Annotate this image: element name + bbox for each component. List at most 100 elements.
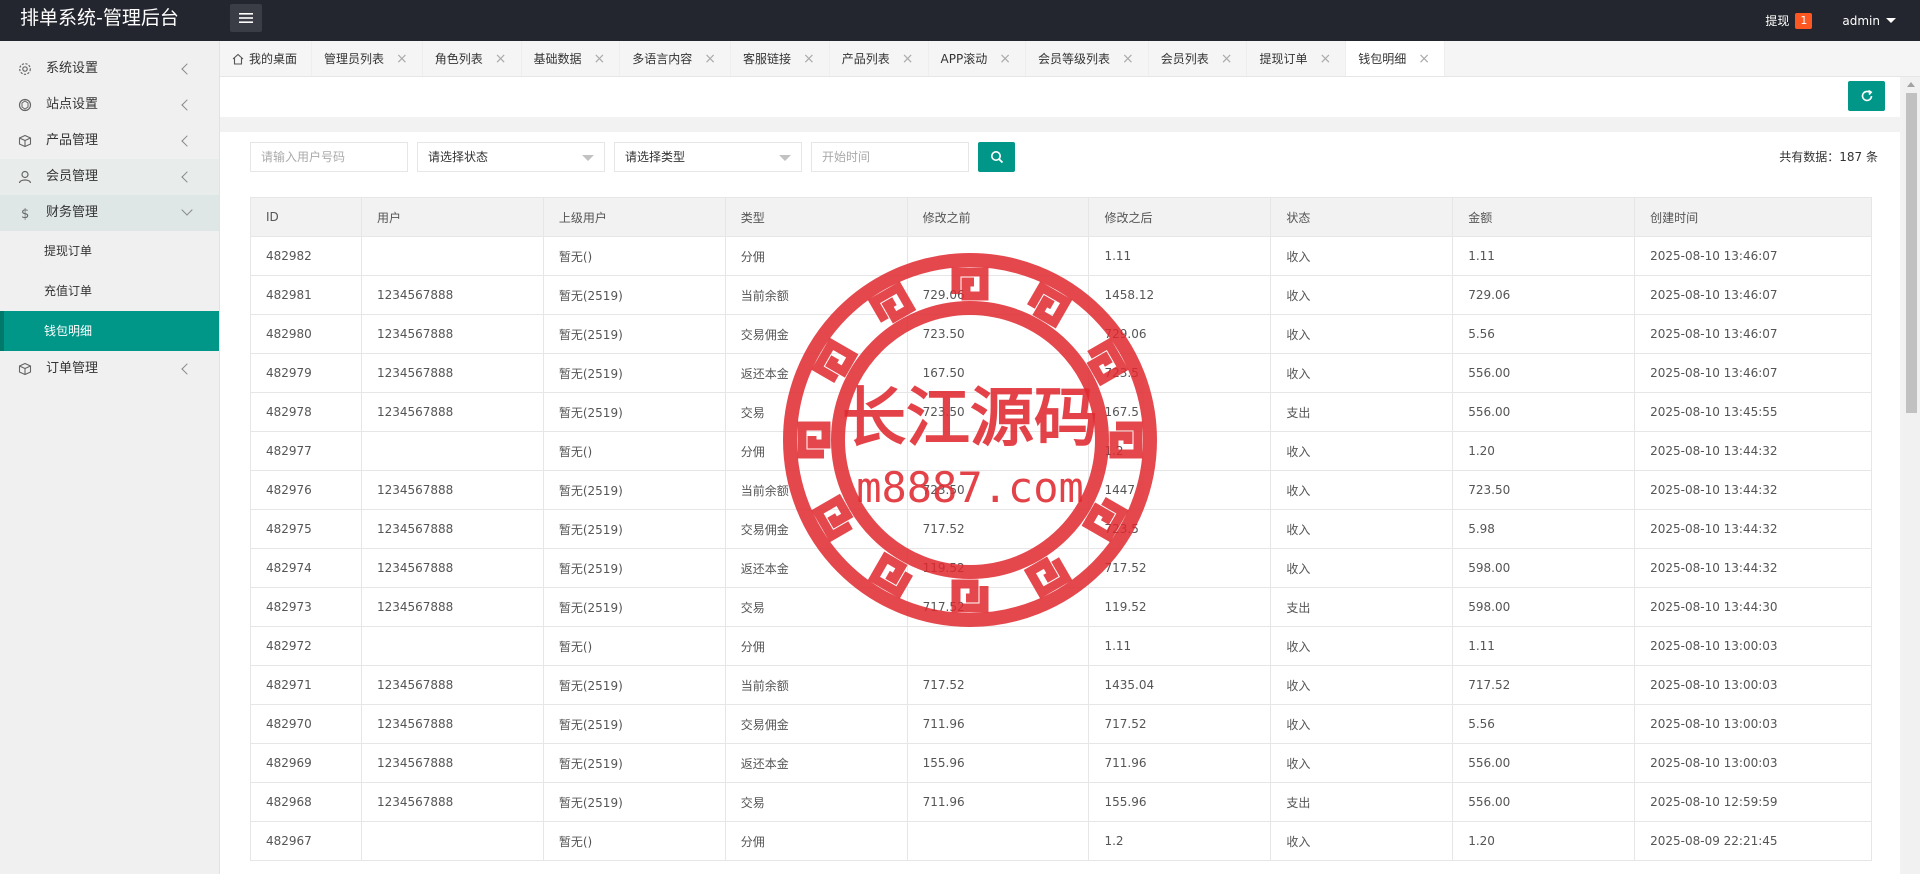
- box-icon: [18, 362, 32, 376]
- tab-admin-list[interactable]: 管理员列表 ×: [312, 41, 423, 76]
- tab-wallet-details[interactable]: 钱包明细 ×: [1346, 41, 1445, 76]
- refresh-button[interactable]: [1848, 81, 1885, 111]
- table-cell: 分佣: [724, 821, 908, 861]
- tab-member-level-list[interactable]: 会员等级列表 ×: [1026, 41, 1149, 76]
- sidebar-item-finance-management[interactable]: $ 财务管理: [0, 195, 219, 231]
- table-cell: 598.00: [1452, 548, 1636, 588]
- table-cell: 482974: [250, 548, 362, 588]
- vertical-scrollbar[interactable]: [1903, 77, 1920, 874]
- table-row: 482968 1234567888 暂无(2519) 交易 711.96 155.96 支出…: [250, 782, 1872, 822]
- start-time-input[interactable]: [811, 142, 969, 172]
- table-cell: 2025-08-10 13:00:03: [1634, 626, 1872, 666]
- close-icon[interactable]: ×: [495, 51, 507, 67]
- tab-basic-data[interactable]: 基础数据 ×: [522, 41, 621, 76]
- table-cell: 1.11: [1452, 626, 1636, 666]
- table-cell: 暂无(2519): [542, 509, 726, 549]
- close-icon[interactable]: ×: [1122, 51, 1134, 67]
- tab-withdraw-orders[interactable]: 提现订单 ×: [1247, 41, 1347, 76]
- table-cell: 支出: [1270, 782, 1454, 822]
- tab-service-link[interactable]: 客服链接 ×: [731, 41, 830, 76]
- table-cell: 收入: [1270, 704, 1454, 744]
- close-icon[interactable]: ×: [1221, 51, 1233, 67]
- menu-toggle-button[interactable]: [230, 4, 262, 32]
- table-cell: 556.00: [1452, 392, 1636, 432]
- sidebar-subitem-withdraw-orders[interactable]: 提现订单: [0, 231, 219, 271]
- table-cell: 收入: [1270, 548, 1454, 588]
- sidebar-item-product-management[interactable]: 产品管理: [0, 123, 219, 159]
- sidebar: 系统设置 站点设置 产品管理 会员管理 $ 财务管理 提现订单 充值订单 钱包明…: [0, 41, 220, 874]
- table-cell: 717.52: [906, 509, 1090, 549]
- user-menu[interactable]: admin: [1842, 14, 1896, 28]
- table-cell: 482975: [250, 509, 362, 549]
- tab-member-list[interactable]: 会员列表 ×: [1149, 41, 1248, 76]
- scroll-up-arrow-icon[interactable]: [1907, 82, 1915, 87]
- data-panel: 请选择状态 请选择类型 共有数据：187 条 ID 用户 上: [220, 132, 1900, 874]
- table-cell: 155.96: [906, 743, 1090, 783]
- table-cell: 暂无(2519): [542, 275, 726, 315]
- close-icon[interactable]: ×: [803, 51, 815, 67]
- filter-bar: 请选择状态 请选择类型: [250, 142, 1015, 172]
- table-cell: 支出: [1270, 587, 1454, 627]
- tab-product-list[interactable]: 产品列表 ×: [830, 41, 929, 76]
- close-icon[interactable]: ×: [594, 51, 606, 67]
- table-cell: 723.5: [1088, 353, 1272, 393]
- close-icon[interactable]: ×: [704, 51, 716, 67]
- table-cell: 暂无(2519): [542, 548, 726, 588]
- table-cell: 交易: [724, 587, 908, 627]
- status-select[interactable]: 请选择状态: [417, 142, 605, 172]
- close-icon[interactable]: ×: [1418, 51, 1430, 67]
- sidebar-item-member-management[interactable]: 会员管理: [0, 159, 219, 195]
- table-cell: 交易佣金: [724, 509, 908, 549]
- sidebar-subitem-recharge-orders[interactable]: 充值订单: [0, 271, 219, 311]
- tab-label: 会员等级列表: [1037, 52, 1110, 66]
- table-row: 482973 1234567888 暂无(2519) 交易 717.52 119.52 支出…: [250, 587, 1872, 627]
- table-cell: [906, 236, 1090, 276]
- table-cell: 729.06: [906, 275, 1090, 315]
- table-cell: 交易佣金: [724, 314, 908, 354]
- table-cell: 2025-08-10 13:46:07: [1634, 353, 1872, 393]
- sidebar-item-site-settings[interactable]: 站点设置: [0, 87, 219, 123]
- user-number-input[interactable]: [250, 142, 408, 172]
- table-cell: 暂无(2519): [542, 743, 726, 783]
- table-cell: 当前余额: [724, 470, 908, 510]
- withdraw-notice[interactable]: 提现 1: [1765, 12, 1813, 29]
- search-button[interactable]: [978, 142, 1015, 172]
- chevron-left-icon: [181, 135, 193, 147]
- sidebar-item-order-management[interactable]: 订单管理: [0, 351, 219, 387]
- table-row: 482980 1234567888 暂无(2519) 交易佣金 723.50 729.06…: [250, 314, 1872, 354]
- close-icon[interactable]: ×: [1319, 51, 1331, 67]
- sidebar-subitem-wallet-details[interactable]: 钱包明细: [0, 311, 219, 351]
- refresh-bar: [220, 77, 1900, 117]
- tab-multilang[interactable]: 多语言内容 ×: [620, 41, 732, 76]
- table-cell: 723.50: [906, 470, 1090, 510]
- sidebar-item-system-settings[interactable]: 系统设置: [0, 51, 219, 87]
- chevron-left-icon: [181, 363, 193, 375]
- table-cell: 分佣: [724, 236, 908, 276]
- table-cell: 1234567888: [360, 275, 544, 315]
- table-cell: 1.11: [1452, 236, 1636, 276]
- type-select[interactable]: 请选择类型: [614, 142, 802, 172]
- close-icon[interactable]: ×: [902, 51, 914, 67]
- table-cell: 收入: [1270, 821, 1454, 861]
- table-cell: 1.11: [1088, 626, 1272, 666]
- chevron-left-icon: [181, 171, 193, 183]
- table-cell: 2025-08-09 22:21:45: [1634, 821, 1872, 861]
- tab-my-desktop[interactable]: 我的桌面: [220, 41, 313, 76]
- scrollbar-thumb[interactable]: [1906, 93, 1917, 413]
- chevron-left-icon: [181, 63, 193, 75]
- table-cell: 暂无(2519): [542, 587, 726, 627]
- table-cell: 482968: [250, 782, 362, 822]
- column-header: 金额: [1452, 197, 1636, 237]
- table-cell: 1234567888: [360, 392, 544, 432]
- close-icon[interactable]: ×: [999, 51, 1011, 67]
- table-cell: 1.11: [1088, 236, 1272, 276]
- table-cell: 暂无(2519): [542, 704, 726, 744]
- table-cell: 交易佣金: [724, 704, 908, 744]
- close-icon[interactable]: ×: [396, 51, 408, 67]
- table-cell: 2025-08-10 13:00:03: [1634, 743, 1872, 783]
- dollar-icon: $: [21, 207, 29, 220]
- tab-app-scroll[interactable]: APP滚动 ×: [929, 41, 1026, 76]
- table-cell: 556.00: [1452, 782, 1636, 822]
- chevron-left-icon: [181, 99, 193, 111]
- tab-role-list[interactable]: 角色列表 ×: [423, 41, 522, 76]
